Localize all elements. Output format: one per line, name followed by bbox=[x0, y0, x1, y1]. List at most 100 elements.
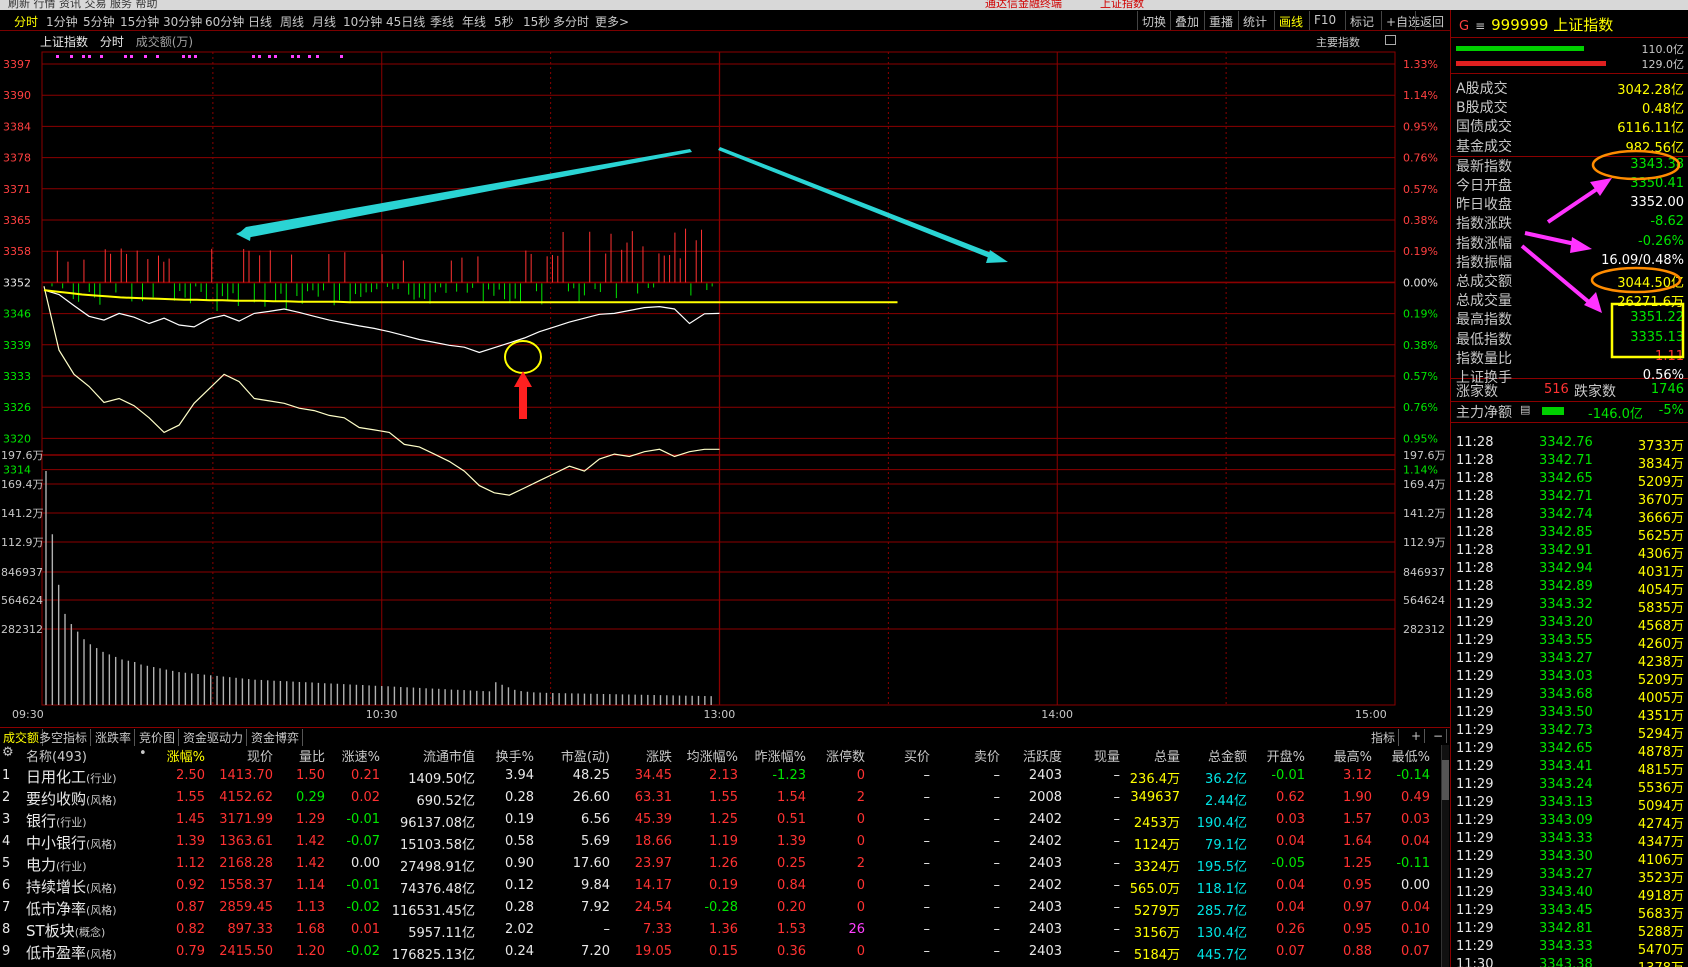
intraday-chart[interactable]: 3397 1.33% 3390 1.14% 3384 0.95% 3378 0.76% 3371… bbox=[0, 31, 1450, 727]
settings-gear-icon[interactable]: ⚙ bbox=[2, 745, 14, 760]
table-column-header[interactable]: 活跃度 bbox=[1023, 746, 1062, 765]
indicator-tab[interactable]: 涨跌率 bbox=[92, 729, 136, 746]
tick-volume: 4347万 bbox=[1637, 835, 1684, 850]
table-row[interactable]: 9 低市盈率(风格) 0.79 2415.50 1.20 -0.02 176825.13亿 0… bbox=[0, 942, 1440, 964]
table-column-header[interactable]: 卖价 bbox=[974, 746, 1000, 765]
table-column-header[interactable]: 总金额 bbox=[1208, 746, 1247, 765]
indicator-tab[interactable]: 多空指标 bbox=[36, 729, 92, 746]
cell-open: -0.01 bbox=[1271, 768, 1305, 783]
table-column-header[interactable]: 最高% bbox=[1334, 746, 1372, 765]
period-tab[interactable]: 5分钟 bbox=[83, 13, 115, 30]
table-column-header[interactable]: 昨涨幅% bbox=[755, 746, 806, 765]
sector-name[interactable]: 中小银行(风格) bbox=[26, 832, 117, 853]
indicator-tab[interactable]: 资金驱动力 bbox=[180, 729, 248, 746]
stat-value: 26271.6万 bbox=[1617, 295, 1684, 311]
table-column-header[interactable]: 总量 bbox=[1154, 746, 1180, 765]
period-tab[interactable]: 15秒 bbox=[523, 13, 550, 30]
table-column-header[interactable]: 市盈(动) bbox=[561, 746, 610, 765]
sector-name[interactable]: 持续增长(风格) bbox=[26, 876, 117, 897]
period-tab[interactable]: 1分钟 bbox=[46, 13, 78, 30]
table-row[interactable]: 8 ST板块(概念) 0.82 897.33 1.68 0.01 5957.11亿 2.02 –… bbox=[0, 920, 1440, 942]
period-tab[interactable]: 季线 bbox=[430, 13, 454, 30]
sector-name[interactable]: 低市净率(风格) bbox=[26, 898, 117, 919]
cell-pe: 26.60 bbox=[572, 790, 610, 805]
period-tab[interactable]: 年线 bbox=[462, 13, 486, 30]
net-inflow-icon[interactable]: ▤ bbox=[1520, 403, 1530, 416]
table-column-header[interactable]: 换手% bbox=[496, 746, 534, 765]
period-tab[interactable]: 60分钟 bbox=[205, 13, 244, 30]
table-column-header[interactable]: 涨停数 bbox=[826, 746, 865, 765]
period-tab[interactable]: 月线 bbox=[312, 13, 336, 30]
table-column-header[interactable]: 开盘% bbox=[1267, 746, 1305, 765]
top-menu[interactable]: 刷新 行情 资讯 交易 服务 帮助 bbox=[8, 0, 157, 10]
table-column-header[interactable]: 现价 bbox=[247, 746, 273, 765]
cell-bid: – bbox=[923, 856, 931, 871]
cell-turn: 2.02 bbox=[505, 922, 534, 937]
pct-tick-label: 0.76% bbox=[1403, 401, 1438, 414]
sector-name[interactable]: 日用化工(行业) bbox=[26, 766, 117, 787]
table-row[interactable]: 2 要约收购(风格) 1.55 4152.62 0.29 0.02 690.52亿 0.28 2… bbox=[0, 788, 1440, 810]
toolbar-button[interactable]: F10 bbox=[1309, 11, 1340, 30]
stat-row: 今日开盘 3350.41 bbox=[1456, 175, 1684, 194]
period-tab[interactable]: 分时 bbox=[14, 13, 38, 30]
index-name: 上证指数 bbox=[1553, 16, 1614, 34]
sector-name[interactable]: 电力(行业) bbox=[26, 854, 87, 875]
main-index-toggle-icon[interactable] bbox=[1385, 35, 1396, 45]
indicator-tab[interactable]: 竞价图 bbox=[136, 729, 180, 746]
stat-value: 6116.11亿 bbox=[1617, 121, 1684, 137]
main-index-button[interactable]: 主要指数 bbox=[1316, 34, 1360, 50]
table-column-header[interactable]: 涨跌 bbox=[646, 746, 672, 765]
menu-icon[interactable]: ≡ bbox=[1475, 19, 1485, 33]
indicator-tab-control[interactable]: 指标 bbox=[1368, 729, 1400, 746]
table-column-header[interactable]: 现量 bbox=[1094, 746, 1120, 765]
toolbar-button[interactable]: 画线 bbox=[1274, 11, 1307, 30]
period-tab[interactable]: 15分钟 bbox=[120, 13, 159, 30]
period-tab[interactable]: 45日线 bbox=[386, 13, 425, 30]
toolbar-button[interactable]: 叠加 bbox=[1170, 11, 1203, 30]
period-tab[interactable]: 日线 bbox=[248, 13, 272, 30]
table-column-header[interactable]: 涨幅% bbox=[167, 746, 205, 765]
sector-name[interactable]: ST板块(概念) bbox=[26, 920, 105, 941]
table-column-header[interactable]: 买价 bbox=[904, 746, 930, 765]
table-row[interactable]: 1 日用化工(行业) 2.50 1413.70 1.50 0.21 1409.50亿 3.94… bbox=[0, 766, 1440, 788]
toolbar-button[interactable]: 重播 bbox=[1204, 11, 1237, 30]
row-index: 6 bbox=[2, 878, 11, 893]
chart-index-name: 上证指数 bbox=[40, 35, 89, 49]
table-row[interactable]: 6 持续增长(风格) 0.92 1558.37 1.14 -0.01 74376.48亿 0.… bbox=[0, 876, 1440, 898]
table-column-header[interactable]: 量比 bbox=[299, 746, 325, 765]
tick-row: 11:29 3342.73 5294万 bbox=[1456, 723, 1684, 742]
sector-name[interactable]: 要约收购(风格) bbox=[26, 788, 117, 809]
table-column-header[interactable]: 最低% bbox=[1392, 746, 1430, 765]
stat-value: 3042.28亿 bbox=[1617, 83, 1684, 98]
table-row[interactable]: 7 低市净率(风格) 0.87 2859.45 1.13 -0.02 116531.45亿 0… bbox=[0, 898, 1440, 920]
stat-label: 总成交量 bbox=[1456, 293, 1512, 310]
period-tab[interactable]: 10分钟 bbox=[343, 13, 382, 30]
table-column-header[interactable]: • bbox=[139, 746, 147, 761]
net-inflow-pct: -5% bbox=[1658, 403, 1684, 418]
toolbar-button[interactable]: 统计 bbox=[1238, 11, 1271, 30]
event-marker bbox=[144, 55, 147, 58]
period-tab[interactable]: 更多> bbox=[595, 13, 629, 30]
table-column-header[interactable]: 名称(493) bbox=[26, 746, 87, 765]
price-tick-label: 3384 bbox=[3, 120, 31, 133]
period-tab[interactable]: 多分时 bbox=[553, 13, 589, 30]
table-column-header[interactable]: 涨速% bbox=[342, 746, 380, 765]
toolbar-button[interactable]: 切换 bbox=[1137, 11, 1170, 30]
table-row[interactable]: 3 银行(行业) 1.45 3171.99 1.29 -0.01 96137.08亿 0.19… bbox=[0, 810, 1440, 832]
sector-name[interactable]: 低市盈率(风格) bbox=[26, 942, 117, 963]
indicator-tab-control[interactable]: − bbox=[1430, 729, 1448, 743]
table-column-header[interactable]: 流通市值 bbox=[423, 746, 475, 765]
toolbar-button[interactable]: 返回 bbox=[1415, 11, 1448, 30]
period-tab[interactable]: 5秒 bbox=[494, 13, 514, 30]
indicator-tab-control[interactable]: + bbox=[1408, 729, 1426, 743]
table-row[interactable]: 4 中小银行(风格) 1.39 1363.61 1.42 -0.07 15103.58亿 0.… bbox=[0, 832, 1440, 854]
period-tab[interactable]: 30分钟 bbox=[163, 13, 202, 30]
sector-name[interactable]: 银行(行业) bbox=[26, 810, 87, 831]
toolbar-button[interactable]: 标记 bbox=[1345, 11, 1378, 30]
table-column-header[interactable]: 均涨幅% bbox=[687, 746, 738, 765]
indicator-tab[interactable]: 资金博弈 bbox=[248, 729, 304, 746]
table-row[interactable]: 5 电力(行业) 1.12 2168.28 1.42 0.00 27498.91亿 0.90 1… bbox=[0, 854, 1440, 876]
period-tab[interactable]: 周线 bbox=[280, 13, 304, 30]
event-marker bbox=[316, 55, 319, 58]
table-scrollbar-thumb[interactable] bbox=[1442, 760, 1449, 800]
